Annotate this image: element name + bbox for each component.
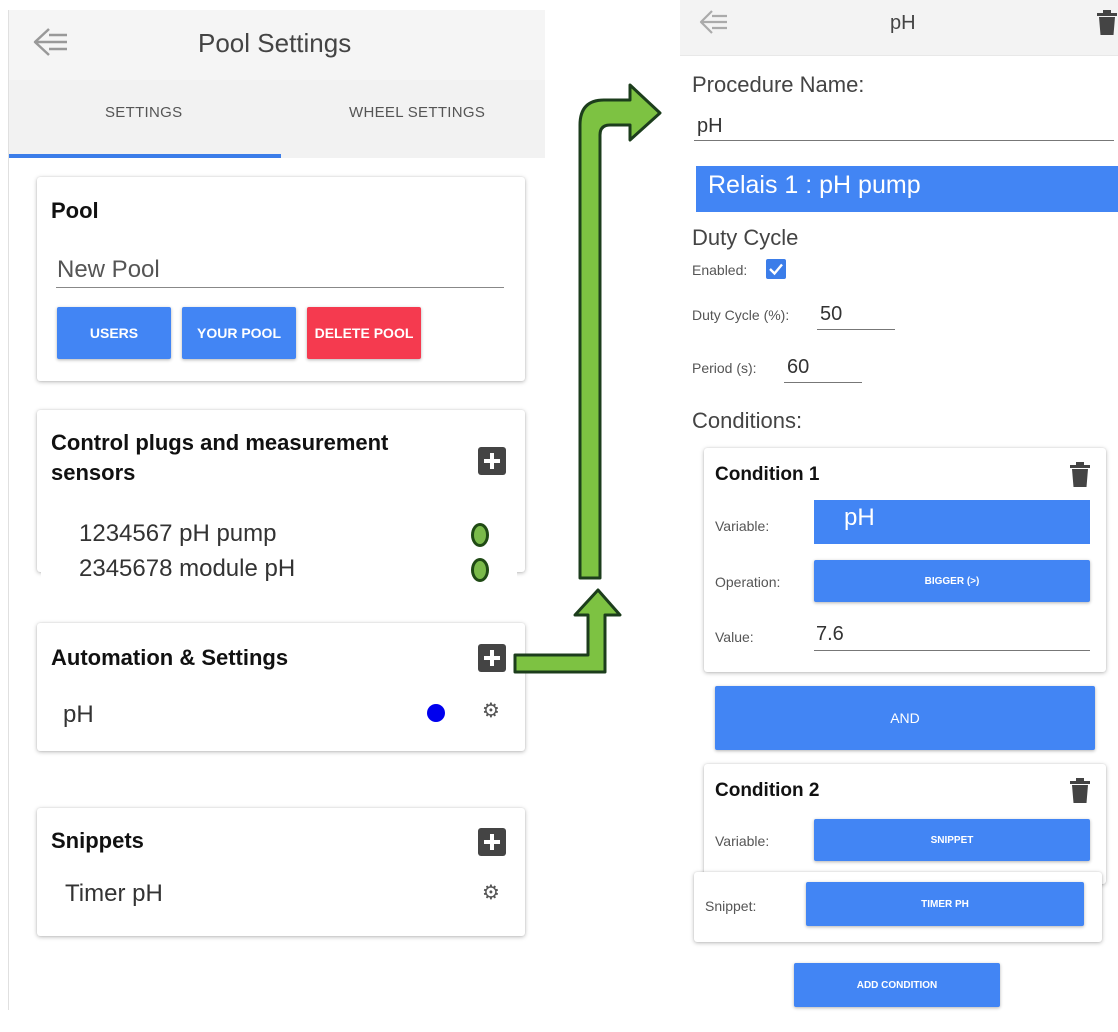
pool-name-input[interactable]: New Pool xyxy=(57,256,160,284)
snippets-title: Snippets xyxy=(51,828,144,853)
flow-arrow-icon xyxy=(513,83,662,674)
enabled-label: Enabled: xyxy=(692,262,748,278)
gear-icon[interactable]: ⚙ xyxy=(482,883,500,903)
pool-settings-screen: Pool Settings SETTINGS WHEEL SETTINGS Po… xyxy=(8,10,545,1010)
snippet-select[interactable]: TIMER PH xyxy=(806,882,1084,926)
procedure-name-label: Procedure Name: xyxy=(692,72,865,97)
procedure-name-input[interactable]: pH xyxy=(697,115,723,138)
procedure-name-underline xyxy=(694,140,1114,141)
value-label: Value: xyxy=(715,629,754,645)
plug-item-1[interactable]: 1234567 pH pump xyxy=(79,520,276,548)
snippet-item-timer-ph[interactable]: Timer pH xyxy=(65,880,163,908)
period-label: Period (s): xyxy=(692,360,757,376)
trash-icon[interactable] xyxy=(1069,778,1091,804)
back-arrow-icon[interactable] xyxy=(698,8,730,36)
tab-wheel-settings[interactable]: WHEEL SETTINGS xyxy=(349,104,485,121)
condition-1-card: Condition 1 Variable: pH Operation: BIGG… xyxy=(704,448,1106,672)
variable-select[interactable]: SNIPPET xyxy=(814,819,1090,861)
snippets-card: Snippets Timer pH ⚙ xyxy=(37,808,525,936)
conditions-label: Conditions: xyxy=(692,408,803,433)
automation-title: Automation & Settings xyxy=(51,645,289,670)
duty-cycle-percent-label: Duty Cycle (%): xyxy=(692,307,790,323)
plugs-list: 1234567 pH pump 2345678 module pH xyxy=(41,510,517,590)
and-button[interactable]: AND xyxy=(715,686,1095,750)
plug-item-2[interactable]: 2345678 module pH xyxy=(79,555,295,583)
trash-icon[interactable] xyxy=(1096,10,1118,36)
duty-cycle-percent-input[interactable]: 50 xyxy=(820,303,842,326)
snippet-row: Snippet: TIMER PH xyxy=(694,872,1102,942)
variable-select[interactable]: pH xyxy=(814,500,1090,544)
automation-item-ph[interactable]: pH xyxy=(63,701,94,729)
active-tab-indicator xyxy=(9,154,281,158)
operation-label: Operation: xyxy=(715,574,781,590)
status-dot-icon xyxy=(427,704,445,722)
pool-card-title: Pool xyxy=(51,198,99,223)
enabled-checkbox[interactable] xyxy=(766,259,786,279)
gear-icon[interactable]: ⚙ xyxy=(482,701,500,721)
delete-pool-button[interactable]: DELETE POOL xyxy=(307,307,421,359)
check-icon xyxy=(769,263,783,276)
condition-2-title: Condition 2 xyxy=(715,780,820,801)
condition-2-card: Condition 2 Variable: SNIPPET xyxy=(704,764,1106,884)
automation-card: Automation & Settings pH ⚙ xyxy=(37,623,525,751)
page-title: Pool Settings xyxy=(198,28,352,58)
add-snippet-icon[interactable] xyxy=(478,828,506,856)
relay-select[interactable]: Relais 1 : pH pump xyxy=(696,166,1118,212)
duty-cycle-title: Duty Cycle xyxy=(692,225,799,250)
value-underline xyxy=(814,650,1090,651)
variable-label: Variable: xyxy=(715,518,770,534)
period-underline xyxy=(784,382,862,383)
pool-name-underline xyxy=(56,287,504,288)
trash-icon[interactable] xyxy=(1069,462,1091,488)
procedure-screen: pH Procedure Name: pH Relais 1 : pH pump… xyxy=(680,0,1118,1032)
users-button[interactable]: USERS xyxy=(57,307,171,359)
operation-select[interactable]: BIGGER (>) xyxy=(814,560,1090,602)
tab-settings[interactable]: SETTINGS xyxy=(105,104,182,121)
control-plugs-title-line2: sensors xyxy=(51,460,136,485)
back-arrow-icon[interactable] xyxy=(31,26,71,58)
period-input[interactable]: 60 xyxy=(787,356,809,379)
control-plugs-title-line1: Control plugs and measurement xyxy=(51,430,389,455)
variable-label: Variable: xyxy=(715,833,770,849)
plug-status-icon xyxy=(471,523,489,547)
sensor-status-icon xyxy=(471,558,489,582)
pool-card: Pool New Pool USERS YOUR POOL DELETE POO… xyxy=(37,177,525,381)
page-title: pH xyxy=(890,12,916,34)
duty-cycle-underline xyxy=(817,329,895,330)
snippet-label: Snippet: xyxy=(705,898,757,914)
value-input[interactable]: 7.6 xyxy=(816,623,844,646)
condition-1-title: Condition 1 xyxy=(715,464,820,485)
your-pool-button[interactable]: YOUR POOL xyxy=(182,307,296,359)
add-condition-button[interactable]: ADD CONDITION xyxy=(794,963,1000,1007)
